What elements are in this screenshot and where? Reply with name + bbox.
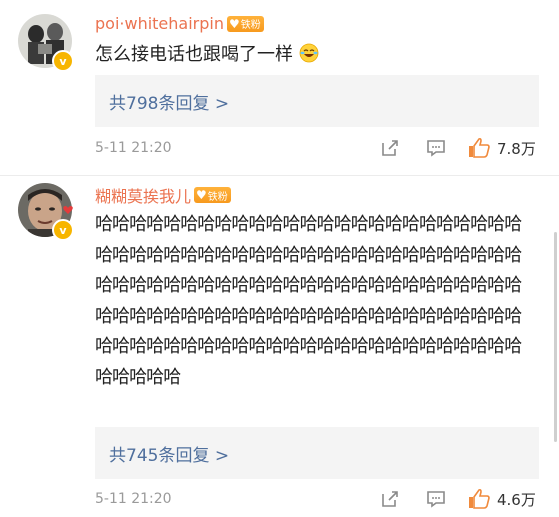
comment-text-content: 怎么接电话也跟喝了一样 (95, 44, 293, 65)
replies-count[interactable]: 共798条回复 > (109, 89, 229, 114)
comment-icon[interactable] (425, 488, 447, 510)
like-button[interactable]: 4.6万 (467, 488, 536, 510)
comment-item: v poi·whitehairpin ♥ 铁粉 怎么接电话也跟喝了一样 共798… (0, 0, 559, 175)
scrollbar[interactable] (554, 232, 557, 442)
username[interactable]: 糊糊莫挨我儿 ♥ 铁粉 (95, 183, 231, 207)
comment-time: 5-11 21:20 (95, 491, 172, 507)
username[interactable]: poi·whitehairpin ♥ 铁粉 (95, 14, 264, 33)
replies-link[interactable]: 共798条回复 > (95, 75, 539, 127)
heart-icon: ♥ (228, 16, 240, 31)
thumbs-up-icon[interactable] (467, 137, 491, 159)
share-icon[interactable] (379, 488, 401, 510)
heart-icon (63, 206, 73, 214)
share-icon[interactable] (379, 137, 401, 159)
username-text[interactable]: 糊糊莫挨我儿 (95, 183, 191, 207)
replies-count[interactable]: 共745条回复 > (109, 441, 229, 466)
comment-time: 5-11 21:20 (95, 140, 172, 156)
verified-badge-icon: v (52, 219, 74, 241)
laughing-crying-emoji-icon (299, 43, 319, 63)
fan-badge: ♥ 铁粉 (226, 15, 264, 32)
avatar[interactable]: v (18, 183, 74, 241)
fan-badge-label: 铁粉 (240, 20, 261, 31)
heart-icon: ♥ (196, 188, 207, 202)
comment-meta: 5-11 21:20 4.6万 (95, 488, 545, 512)
comment-icon[interactable] (425, 137, 447, 159)
fan-badge: ♥ 铁粉 (194, 187, 231, 203)
comment-text: 怎么接电话也跟喝了一样 (95, 40, 535, 71)
avatar[interactable]: v (18, 14, 74, 72)
thumbs-up-icon[interactable] (467, 488, 491, 510)
comment-item: v 糊糊莫挨我儿 ♥ 铁粉 哈哈哈哈哈哈哈哈哈哈哈哈哈哈哈哈哈哈哈哈哈哈哈哈哈哈… (0, 175, 559, 517)
comment-text-content: 哈哈哈哈哈哈哈哈哈哈哈哈哈哈哈哈哈哈哈哈哈哈哈哈哈哈哈哈哈哈哈哈哈哈哈哈哈哈哈哈… (95, 214, 522, 388)
comment-meta: 5-11 21:20 7.8万 (95, 137, 545, 161)
fan-badge-label: 铁粉 (207, 191, 228, 203)
like-count: 4.6万 (497, 490, 536, 509)
replies-link[interactable]: 共745条回复 > (95, 427, 539, 479)
comment-text: 哈哈哈哈哈哈哈哈哈哈哈哈哈哈哈哈哈哈哈哈哈哈哈哈哈哈哈哈哈哈哈哈哈哈哈哈哈哈哈哈… (95, 210, 535, 393)
like-button[interactable]: 7.8万 (467, 137, 536, 159)
like-count: 7.8万 (497, 139, 536, 158)
verified-badge-icon: v (52, 50, 74, 72)
username-text[interactable]: poi·whitehairpin (95, 14, 224, 33)
